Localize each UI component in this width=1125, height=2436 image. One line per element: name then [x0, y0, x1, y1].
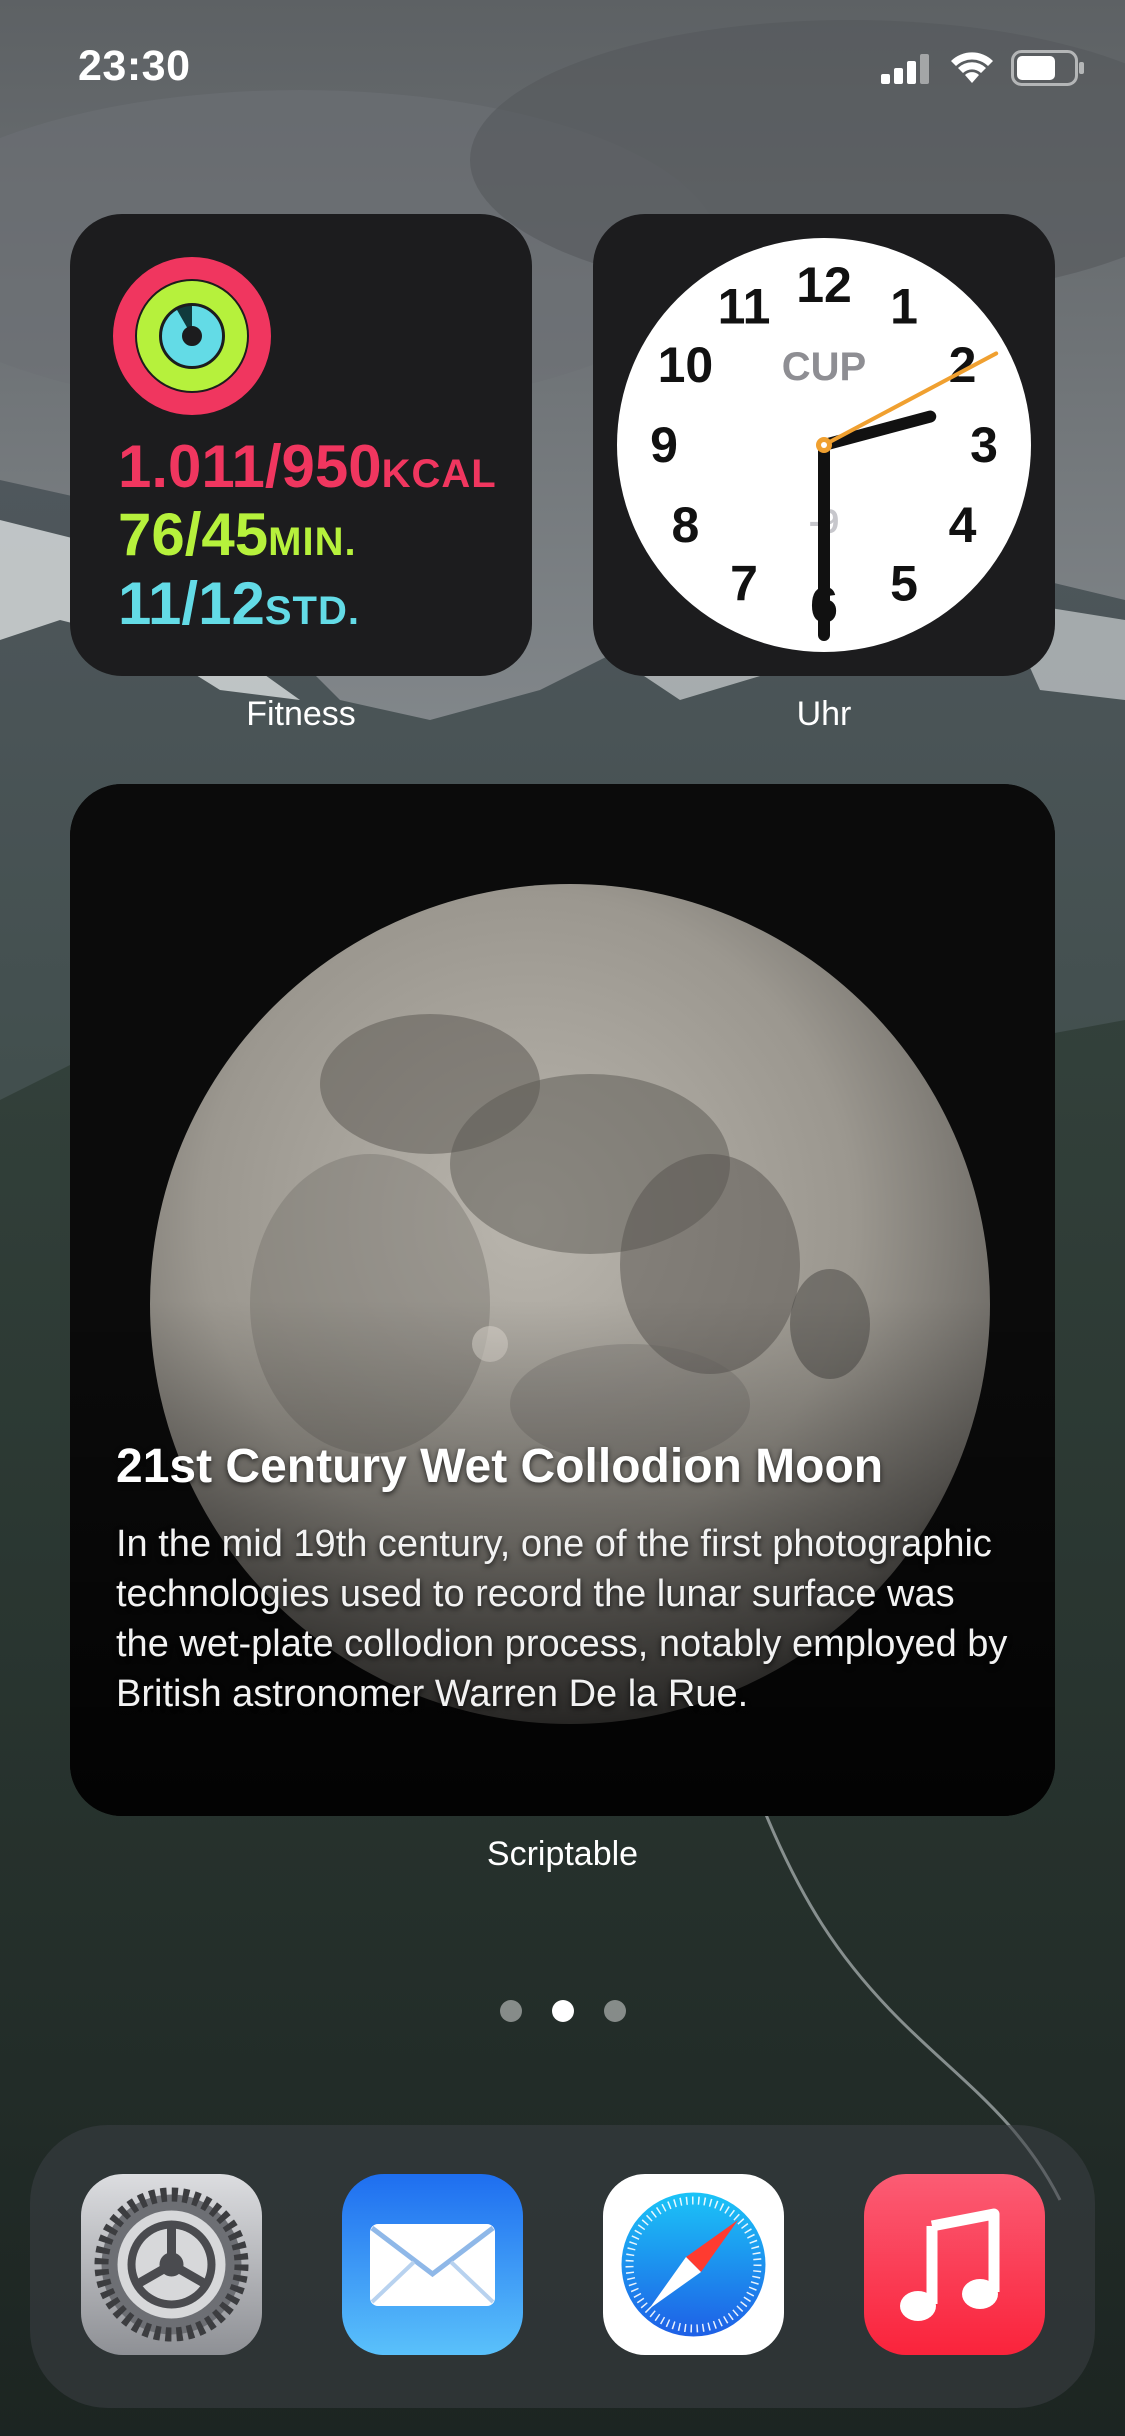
- scriptable-widget-caption: Scriptable: [486, 1835, 639, 1873]
- settings-app-icon[interactable]: [81, 2174, 262, 2355]
- clock-numeral: 3: [970, 417, 998, 473]
- move-stat: 1.011/950KCAL: [118, 432, 497, 501]
- clock-numeral: 1: [890, 278, 918, 334]
- clock-numeral: 12: [796, 257, 852, 313]
- page-dot[interactable]: [551, 2000, 574, 2022]
- music-app-icon[interactable]: [864, 2174, 1045, 2355]
- moon-article-description: In the mid 19th century, one of the firs…: [116, 1523, 1008, 1715]
- stand-stat: 11/12STD.: [118, 569, 360, 638]
- stand-unit: STD.: [264, 589, 360, 633]
- clock-widget[interactable]: 121234567891011 CUP -9: [593, 214, 1055, 676]
- exercise-stat: 76/45MIN.: [118, 500, 357, 569]
- clock-city-label: CUP: [782, 345, 866, 389]
- status-bar-time: 23:30: [78, 42, 191, 90]
- analog-clock: 121234567891011 CUP -9: [617, 238, 1031, 652]
- clock-widget-caption: Uhr: [796, 695, 852, 733]
- exercise-value: 76/45: [118, 501, 269, 568]
- page-dot[interactable]: [603, 2000, 626, 2022]
- wifi-icon: [951, 52, 993, 83]
- page-indicator[interactable]: [0, 2000, 1125, 2022]
- cellular-signal-icon: [881, 54, 929, 84]
- clock-numeral: 8: [672, 497, 700, 553]
- envelope-icon: [342, 2174, 523, 2355]
- clock-numeral: 9: [650, 417, 678, 473]
- gear-icon: [81, 2174, 262, 2355]
- clock-numeral: 11: [718, 278, 771, 334]
- moon-article-title: 21st Century Wet Collodion Moon: [116, 1440, 884, 1493]
- exercise-unit: MIN.: [268, 520, 357, 564]
- clock-numeral: 7: [730, 556, 758, 612]
- fitness-widget-caption: Fitness: [246, 695, 356, 733]
- clock-center-dot: [821, 442, 827, 448]
- page-dot[interactable]: [499, 2000, 522, 2022]
- compass-icon: [603, 2174, 784, 2355]
- mail-app-icon[interactable]: [342, 2174, 523, 2355]
- move-unit: KCAL: [381, 452, 497, 496]
- status-bar-icons: [881, 48, 1085, 88]
- dock: [30, 2125, 1095, 2408]
- clock-numeral: 4: [949, 497, 977, 553]
- music-note-icon: [864, 2174, 1045, 2355]
- safari-app-icon[interactable]: [603, 2174, 784, 2355]
- fitness-widget[interactable]: 1.011/950KCAL 76/45MIN. 11/12STD.: [70, 214, 532, 676]
- move-value: 1.011/950: [118, 433, 382, 500]
- clock-numeral: 5: [890, 556, 918, 612]
- activity-rings-icon: [113, 257, 271, 415]
- clock-numeral: 10: [658, 337, 714, 393]
- stand-value: 11/12: [118, 570, 265, 637]
- scriptable-widget[interactable]: 21st Century Wet Collodion Moon In the m…: [70, 784, 1055, 1816]
- battery-icon: [1011, 50, 1084, 86]
